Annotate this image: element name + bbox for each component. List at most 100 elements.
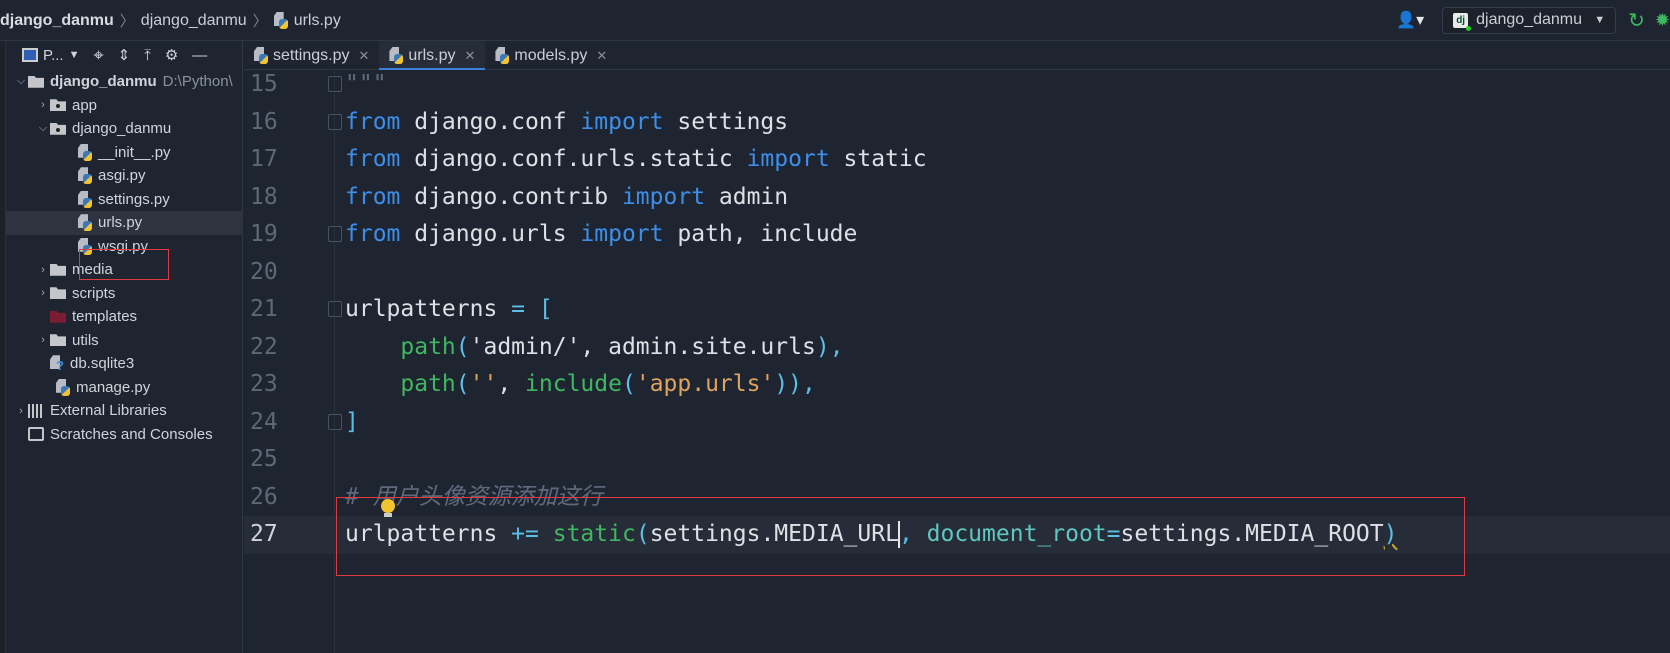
module-folder-icon	[50, 122, 66, 135]
chevron-right-icon[interactable]: ›	[36, 287, 50, 299]
python-file-icon	[78, 144, 92, 161]
close-icon[interactable]: ✕	[596, 48, 607, 64]
tree-item[interactable]: db.sqlite3	[6, 352, 243, 376]
tree-item-label: django_danmu	[72, 120, 172, 138]
tree-item[interactable]: __init__.py	[6, 141, 243, 165]
code-token: django.conf	[400, 108, 581, 135]
code-token: )	[1383, 521, 1398, 547]
code-token: from	[345, 146, 401, 172]
code-token: +=	[511, 521, 539, 547]
tree-item-label: manage.py	[76, 378, 151, 396]
chevron-down-icon: ▼	[1594, 14, 1606, 26]
code-token: settings.MEDIA_URL	[649, 521, 899, 547]
code-token: path	[400, 333, 456, 360]
code-line[interactable]: 16 from django.conf import settings	[244, 104, 1670, 142]
line-number: 16	[250, 108, 278, 135]
code-token: admin	[705, 183, 789, 210]
tree-item[interactable]: ⌵ django_danmu D:\Python\	[6, 70, 243, 94]
tree-item-label: urls.py	[98, 214, 143, 232]
fold-marker-icon[interactable]	[328, 226, 342, 242]
tree-item[interactable]: templates	[6, 305, 243, 329]
tree-item[interactable]: ⌵ django_danmu	[6, 117, 243, 141]
code-line[interactable]: 15 """	[244, 66, 1670, 104]
tree-item-label: app	[72, 96, 98, 114]
tree-item-label: db.sqlite3	[70, 355, 135, 373]
project-view-dropdown[interactable]: P... ▼	[22, 47, 79, 64]
code-token: static	[829, 146, 927, 172]
django-icon: dj	[1453, 12, 1472, 31]
fold-marker-icon[interactable]	[328, 413, 342, 430]
tab-label: models.py	[514, 46, 588, 64]
tree-item[interactable]: Scratches and Consoles	[6, 423, 243, 447]
code-text: from django.conf import settings	[345, 104, 788, 142]
python-file-icon	[78, 214, 92, 232]
tree-item-label: templates	[72, 308, 138, 326]
code-line[interactable]: 22 path('admin/', admin.site.urls),	[244, 329, 1670, 367]
tree-item[interactable]: asgi.py	[6, 164, 243, 188]
tree-item[interactable]: › External Libraries	[6, 399, 243, 423]
lightbulb-icon[interactable]	[381, 499, 395, 517]
fold-marker-icon[interactable]	[328, 76, 342, 92]
code-line[interactable]: 27 urlpatterns += static(settings.MEDIA_U…	[244, 516, 1670, 554]
code-text: urlpatterns = [	[345, 291, 553, 329]
breadcrumb-folder[interactable]: django_danmu	[141, 12, 247, 30]
code-line[interactable]: 24]	[244, 404, 1670, 442]
annotation-highlight-box	[79, 249, 169, 280]
code-line[interactable]: 20	[244, 254, 1670, 292]
code-editor[interactable]: 15 """ 16 from django.conf import settings 1…	[244, 70, 1670, 653]
fold-marker-icon[interactable]	[328, 113, 342, 130]
tree-item[interactable]: › scripts	[6, 282, 243, 306]
fold-marker-icon[interactable]	[328, 301, 342, 317]
locate-icon[interactable]: ⌖	[93, 45, 103, 66]
breadcrumb: django_danmu 〉 django_danmu 〉 urls.py	[0, 10, 341, 31]
bug-icon[interactable]: ✹	[1655, 10, 1670, 31]
gear-icon[interactable]: ⚙	[165, 46, 178, 64]
code-token: import	[621, 183, 706, 210]
code-line[interactable]: 19 from django.urls import path, include	[244, 216, 1670, 254]
chevron-right-icon[interactable]: ›	[36, 334, 50, 346]
minimize-icon[interactable]: —	[192, 47, 207, 64]
run-configuration-dropdown[interactable]: dj django_danmu ▼	[1442, 6, 1617, 34]
code-line[interactable]: 17 from django.conf.urls.static import st…	[244, 141, 1670, 179]
code-token: static	[552, 521, 636, 547]
tree-item[interactable]: › utils	[6, 329, 243, 353]
code-token: django.urls	[400, 221, 581, 247]
breadcrumb-file[interactable]: urls.py	[294, 12, 341, 30]
code-line[interactable]: 26 # 用户头像资源添加这行	[244, 479, 1670, 517]
expand-all-icon[interactable]: ⇕	[118, 46, 131, 64]
code-token: (	[635, 521, 650, 547]
tree-item[interactable]: settings.py	[6, 188, 243, 212]
tree-item[interactable]: manage.py	[6, 376, 243, 400]
code-text: ]	[345, 404, 359, 442]
folder-icon	[28, 75, 44, 88]
code-token: django.contrib	[400, 183, 622, 210]
chevron-right-icon[interactable]: ›	[36, 264, 50, 276]
code-line[interactable]: 25	[244, 441, 1670, 479]
code-text: path('admin/', admin.site.urls),	[345, 329, 843, 367]
breadcrumb-project[interactable]: django_danmu	[0, 12, 114, 30]
breadcrumb-separator: 〉	[252, 13, 268, 30]
chevron-right-icon[interactable]: ›	[14, 405, 28, 417]
python-file-icon	[56, 379, 70, 396]
python-file-icon	[254, 47, 268, 64]
code-token: )	[815, 333, 830, 360]
close-icon[interactable]: ✕	[465, 48, 476, 64]
code-line[interactable]: 18 from django.contrib import admin	[244, 179, 1670, 217]
tab-label: settings.py	[273, 46, 350, 64]
user-icon[interactable]: 👤▾	[1396, 10, 1424, 30]
collapse-all-icon[interactable]: ⤒	[144, 47, 151, 64]
tree-item[interactable]: urls.py	[6, 211, 243, 235]
tree-item[interactable]: › app	[6, 94, 243, 118]
code-token: ,	[898, 521, 927, 547]
close-icon[interactable]: ✕	[358, 48, 369, 64]
code-token: ,	[802, 371, 816, 397]
code-line[interactable]: 23 path('', include('app.urls')),	[244, 366, 1670, 404]
code-line[interactable]: 21 urlpatterns = [	[244, 291, 1670, 329]
rerun-icon[interactable]: ↻	[1628, 8, 1645, 33]
code-token: path, include	[663, 221, 858, 247]
chevron-down-icon[interactable]: ⌵	[14, 75, 28, 88]
chevron-down-icon[interactable]: ⌵	[36, 122, 50, 135]
chevron-right-icon[interactable]: ›	[36, 99, 50, 111]
